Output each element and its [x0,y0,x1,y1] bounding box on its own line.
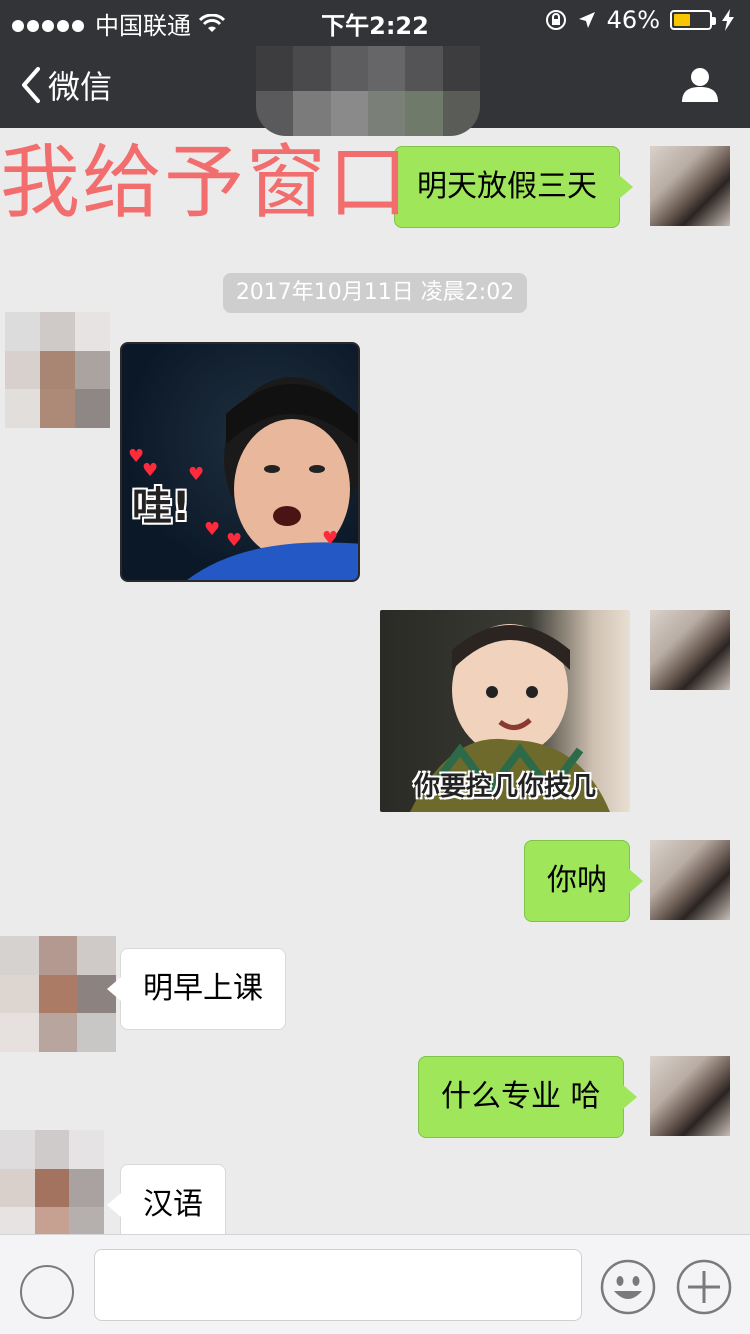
back-label: 微信 [48,68,113,106]
chevron-left-icon [22,67,40,103]
message-bubble-sent[interactable]: 明天放假三天 [394,146,633,228]
contact-avatar[interactable] [0,936,116,1052]
heart-icon: ♥ [204,519,221,540]
profile-icon[interactable] [680,64,720,104]
chat-title-pixelated [256,46,480,136]
contact-avatar[interactable] [0,1130,104,1234]
my-avatar[interactable] [650,610,730,690]
my-avatar[interactable] [650,146,730,226]
emoji-button[interactable] [600,1259,656,1315]
battery-fill [674,14,690,26]
heart-icon: ♥ [322,528,339,549]
message-input[interactable] [94,1249,582,1321]
charging-bolt-icon [722,9,734,31]
heart-icon: ♥ [142,460,159,481]
contact-avatar[interactable] [5,312,110,428]
sticker-caption: 哇! [132,484,191,530]
status-bar: 中国联通 下午2:22 46% [0,0,750,40]
image-caption: 你要控几你技几 [413,772,596,802]
message-bubble-received[interactable]: 明早上课 [107,948,286,1030]
back-button[interactable]: 微信 [18,62,112,108]
status-right: 46% [545,6,734,34]
voice-button[interactable] [20,1265,74,1319]
battery-percent: 46% [606,6,660,34]
message-bubble-sent[interactable]: 什么专业 哈 [418,1056,637,1138]
my-avatar[interactable] [650,1056,730,1136]
heart-icon: ♥ [226,530,243,551]
message-timestamp: 2017年10月11日 凌晨2:02 [223,273,527,313]
message-bubble-sent[interactable]: 你呐 [524,840,643,922]
message-bubble-received[interactable]: 汉语 [107,1164,226,1234]
my-avatar[interactable] [650,840,730,920]
sticker-image[interactable]: 哇! ♥ ♥ ♥ ♥ ♥ ♥ [120,342,360,582]
heart-icon: ♥ [188,464,205,485]
location-arrow-icon [578,12,595,28]
input-bar [0,1234,750,1334]
chat-area[interactable]: 明天放假三天 2017年10月11日 凌晨2:02 哇! ♥ ♥ ♥ ♥ ♥ ♥ [0,128,750,1234]
more-plus-button[interactable] [676,1259,732,1315]
battery-icon [670,10,716,30]
overlay-caption: 我给予窗口 [0,136,410,229]
rotation-lock-icon [545,10,566,30]
sent-image[interactable]: 你要控几你技几 [380,610,630,812]
